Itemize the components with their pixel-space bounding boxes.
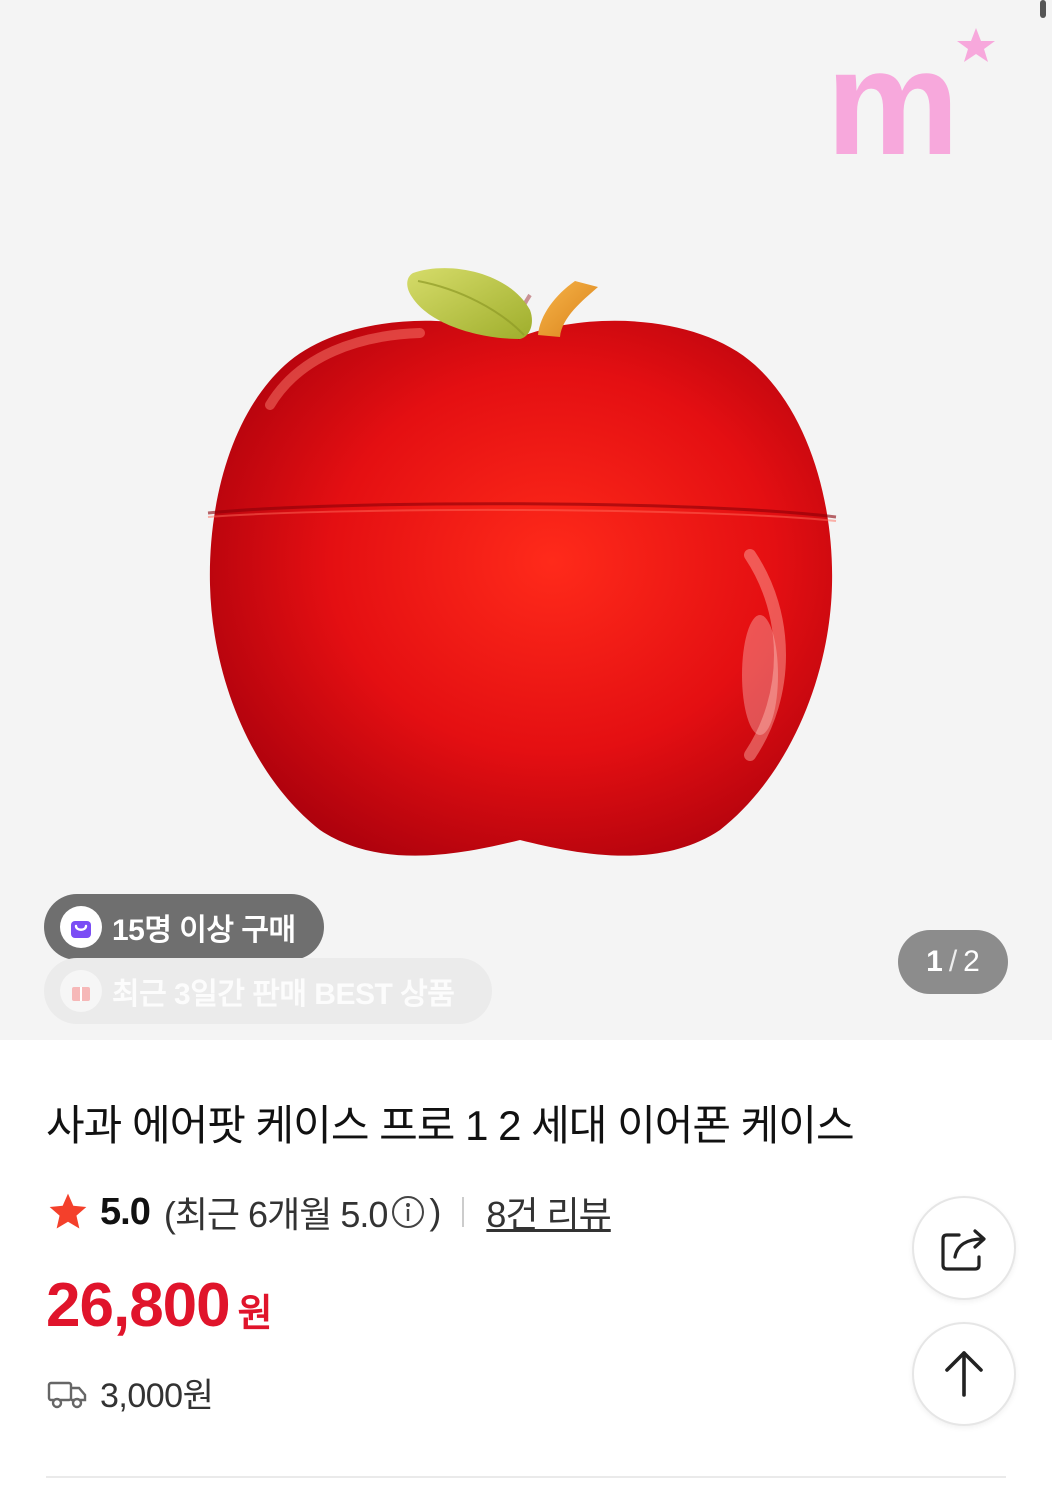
- product-image-gallery[interactable]: m 15명 이상 구매 최근 3일간 판매 BEST 상품 1 / 2: [0, 0, 1052, 1040]
- divider: [462, 1197, 465, 1227]
- reviews-link[interactable]: 8건 리뷰: [486, 1186, 611, 1238]
- page-separator: /: [948, 945, 958, 978]
- image-page-indicator: 1 / 2: [898, 930, 1008, 994]
- info-icon[interactable]: [391, 1195, 425, 1229]
- page-current: 1: [926, 945, 943, 978]
- rating-row: 5.0 (최근 6개월 5.0 ) 8건 리뷰: [46, 1186, 612, 1238]
- scroll-to-top-button[interactable]: [912, 1322, 1016, 1426]
- purchase-count-label: 15명 이상 구매: [112, 914, 296, 947]
- price-unit: 원: [237, 1293, 273, 1335]
- best-seller-label: 최근 3일간 판매 BEST 상품: [112, 978, 455, 1011]
- arrow-up-icon: [945, 1351, 983, 1397]
- star-icon: [49, 1193, 87, 1229]
- price: 26,800: [46, 1271, 231, 1340]
- product-image-apple-case: [207, 268, 837, 856]
- share-button[interactable]: [912, 1196, 1016, 1300]
- product-title: 사과 에어팟 케이스 프로 1 2 세대 이어폰 케이스: [46, 1102, 855, 1149]
- svg-text:m: m: [826, 24, 959, 164]
- scrollbar[interactable]: [1040, 0, 1046, 18]
- share-icon: [941, 1229, 986, 1271]
- truck-icon: [47, 1381, 87, 1408]
- purchase-count-badge: 15명 이상 구매: [44, 894, 324, 960]
- best-seller-badge: 최근 3일간 판매 BEST 상품: [44, 958, 492, 1024]
- shipping-fee: 3,000원: [100, 1377, 214, 1415]
- shopping-bag-icon: [60, 906, 102, 948]
- page-total: 2: [963, 945, 980, 978]
- section-divider: [46, 1476, 1006, 1478]
- price-row: 26,800 원: [46, 1270, 273, 1341]
- recent-rating-close: ): [429, 1191, 441, 1232]
- recent-rating: (최근 6개월 5.0: [163, 1194, 389, 1235]
- gift-icon: [60, 970, 102, 1012]
- brand-logo: m: [826, 24, 995, 164]
- rating-score: 5.0: [100, 1190, 151, 1233]
- shipping-row: 3,000원: [46, 1368, 214, 1417]
